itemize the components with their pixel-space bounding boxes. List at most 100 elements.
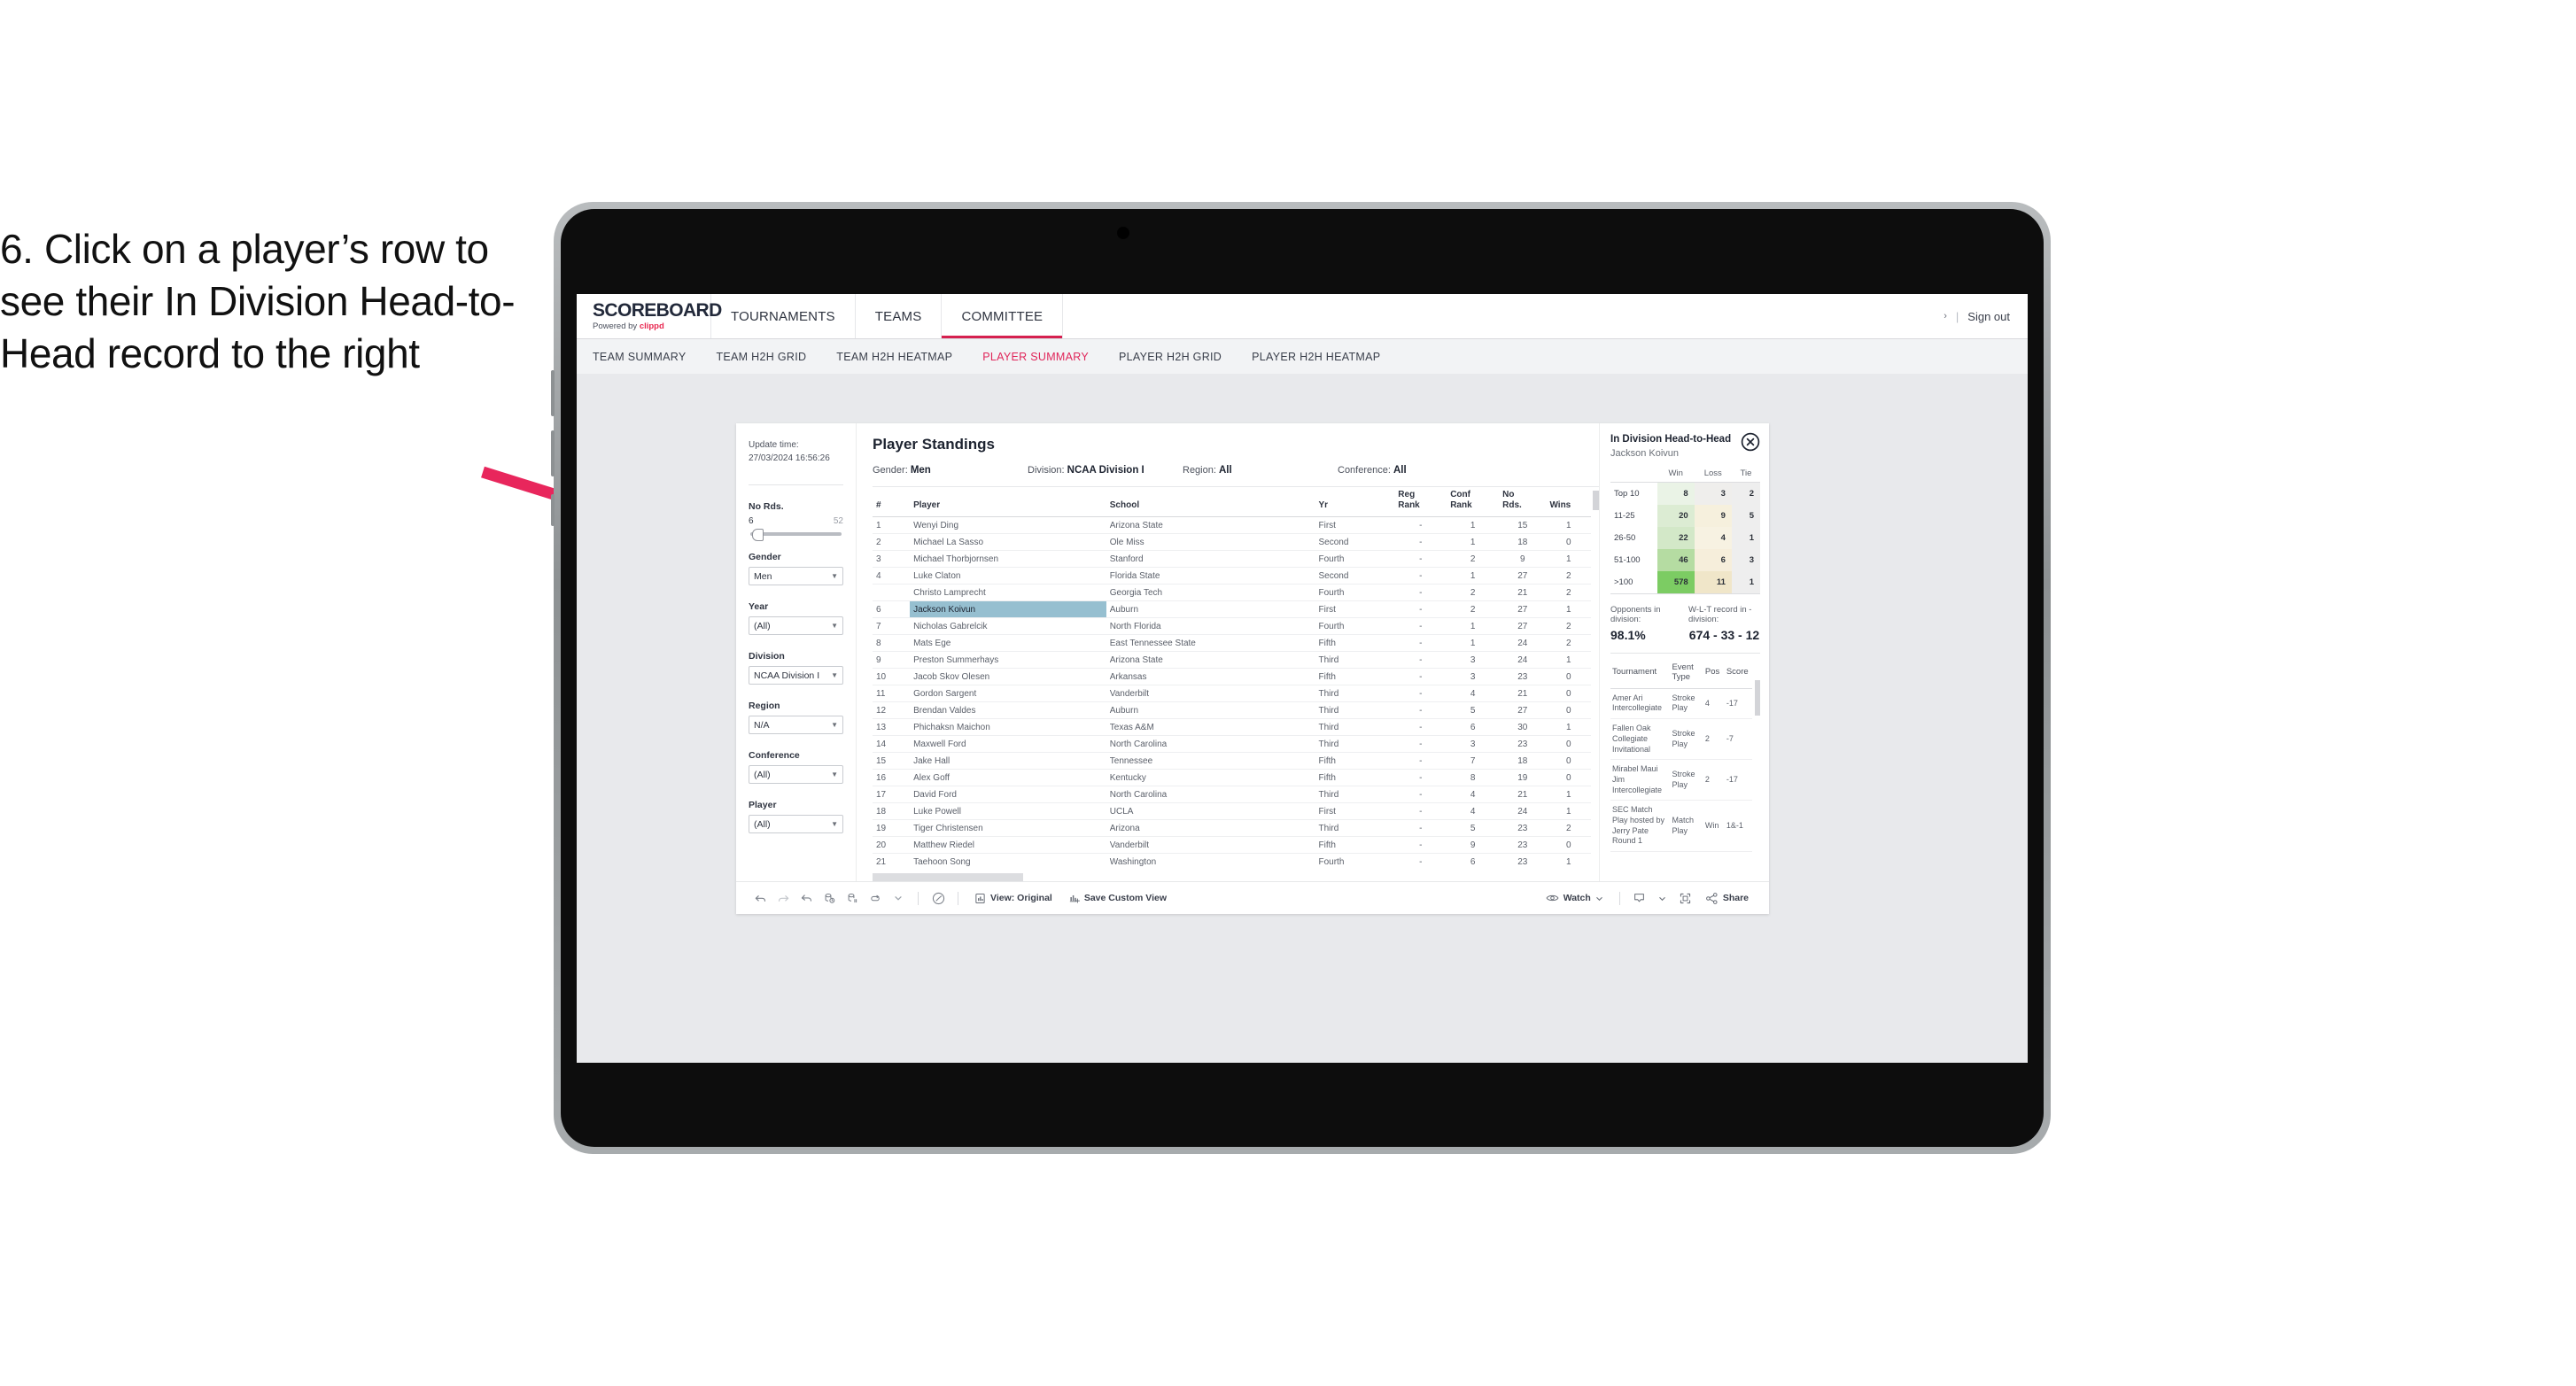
h2h-cell-tie[interactable]: 1 (1731, 570, 1760, 593)
table-row[interactable]: 7 Nicholas Gabrelcik North Florida Fourth -1… (873, 617, 1591, 635)
table-row[interactable]: 21 Taehoon Song Washington Fourth -6 23 1 (873, 853, 1591, 870)
h2h-cell-tie[interactable]: 2 (1731, 482, 1760, 505)
table-row[interactable]: 11 Gordon Sargent Vanderbilt Third -4 21 0 (873, 685, 1591, 702)
clippd-label: clippd (639, 321, 664, 332)
year-select[interactable]: (All) ▼ (749, 616, 843, 635)
region-select[interactable]: N/A ▼ (749, 716, 843, 734)
save-custom-view-button[interactable]: Save Custom View (1060, 887, 1175, 910)
h2h-cell-tie[interactable]: 1 (1731, 526, 1760, 549)
chevron-down-icon[interactable] (887, 887, 910, 910)
h2h-cell-win[interactable]: 578 (1657, 570, 1695, 593)
table-row[interactable]: 15 Jake Hall Tennessee Fifth -7 18 0 (873, 752, 1591, 770)
scrollbar-thumb[interactable] (1593, 491, 1599, 510)
year-value: (All) (754, 620, 771, 631)
brand-logo[interactable]: SCOREBOARD Powered by clippd (577, 294, 722, 338)
col-conf-rank[interactable]: Conf Rank (1447, 487, 1500, 517)
slider-handle[interactable] (752, 529, 764, 541)
h2h-cell-loss[interactable]: 6 (1694, 548, 1732, 571)
h2h-col-tie: Tie (1731, 468, 1760, 483)
table-row[interactable]: 1 Wenyi Ding Arizona State First -1 15 1 (873, 516, 1591, 534)
conference-select[interactable]: (All) ▼ (749, 765, 843, 784)
col-reg-rank[interactable]: Reg Rank (1394, 487, 1447, 517)
col-school[interactable]: School (1106, 487, 1315, 517)
tab-team-summary[interactable]: TEAM SUMMARY (593, 351, 703, 363)
vertical-scrollbar[interactable] (1593, 487, 1599, 870)
share-button[interactable]: Share (1697, 887, 1757, 910)
redo-icon[interactable] (772, 887, 795, 910)
h2h-cell-win[interactable]: 20 (1657, 504, 1695, 527)
h2h-cell-win[interactable]: 46 (1657, 548, 1695, 571)
table-row[interactable]: 12 Brendan Valdes Auburn Third -5 27 0 (873, 701, 1591, 719)
tab-team-h2h-heatmap[interactable]: TEAM H2H HEATMAP (836, 351, 970, 363)
no-rounds-slider[interactable] (750, 529, 842, 541)
table-row[interactable]: 13 Phichaksn Maichon Texas A&M Third -6 30 1 (873, 718, 1591, 736)
sign-out-link[interactable]: Sign out (1967, 310, 2010, 323)
tab-team-h2h-grid[interactable]: TEAM H2H GRID (716, 351, 824, 363)
tab-player-h2h-grid[interactable]: PLAYER H2H GRID (1119, 351, 1239, 363)
table-row[interactable]: 14 Maxwell Ford North Carolina Third -3 23 0 (873, 735, 1591, 753)
volume-up-button[interactable] (551, 370, 555, 416)
cell-reg-rank: - (1394, 584, 1447, 601)
table-row[interactable]: 4 Luke Claton Florida State Second -1 27 2 (873, 567, 1591, 585)
power-button[interactable] (551, 494, 555, 526)
loop-icon[interactable] (864, 887, 887, 910)
tab-player-summary[interactable]: PLAYER SUMMARY (982, 351, 1106, 363)
table-row[interactable]: 18 Luke Powell UCLA First -4 24 1 (873, 802, 1591, 820)
nav-tournaments[interactable]: TOURNAMENTS (711, 294, 856, 338)
col-wins[interactable]: Wins (1546, 487, 1591, 517)
tournament-scrollbar[interactable] (1755, 661, 1760, 852)
volume-down-button[interactable] (551, 430, 555, 476)
fullscreen-icon[interactable] (1674, 887, 1697, 910)
gender-select[interactable]: Men ▼ (749, 567, 843, 585)
cell-player: David Ford (910, 786, 1106, 803)
refresh-icon[interactable] (818, 887, 841, 910)
h2h-cell-loss[interactable]: 4 (1694, 526, 1732, 549)
chevron-right-icon[interactable]: › (1944, 311, 1947, 321)
scrollbar-thumb[interactable] (873, 873, 1023, 881)
table-row[interactable]: 16 Alex Goff Kentucky Fifth -8 19 0 (873, 769, 1591, 786)
h2h-cell-loss[interactable]: 9 (1694, 504, 1732, 527)
table-row[interactable]: Christo Lamprecht Georgia Tech Fourth -2 21 2 (873, 584, 1591, 601)
undo-icon[interactable] (749, 887, 772, 910)
nav-teams[interactable]: TEAMS (856, 294, 943, 338)
tournament-row[interactable]: Amer Ari Intercollegiate Stroke Play 4 -17 (1610, 688, 1752, 720)
cell-reg-rank: - (1394, 802, 1447, 820)
alerts-icon[interactable] (927, 887, 950, 910)
table-row[interactable]: 2 Michael La Sasso Ole Miss Second -1 18 0 (873, 533, 1591, 551)
division-select[interactable]: NCAA Division I ▼ (749, 666, 843, 685)
h2h-cell-loss[interactable]: 3 (1694, 482, 1732, 505)
table-row[interactable]: 19 Tiger Christensen Arizona Third -5 23 2 (873, 819, 1591, 837)
table-row[interactable]: 8 Mats Ege East Tennessee State Fifth -1 24 2 (873, 634, 1591, 652)
player-select[interactable]: (All) ▼ (749, 815, 843, 833)
watch-button[interactable]: Watch (1538, 887, 1611, 910)
table-row[interactable]: 10 Jacob Skov Olesen Arkansas Fifth -3 23 0 (873, 668, 1591, 685)
col-player[interactable]: Player (910, 487, 1106, 517)
h2h-cell-loss[interactable]: 11 (1694, 570, 1732, 593)
chevron-down-icon[interactable] (1651, 887, 1674, 910)
view-original-button[interactable]: View: Original (966, 887, 1060, 910)
tournament-row[interactable]: Mirabel Maui Jim Intercollegiate Stroke P… (1610, 759, 1752, 801)
pause-icon[interactable] (841, 887, 864, 910)
table-row[interactable]: 17 David Ford North Carolina Third -4 21 1 (873, 786, 1591, 803)
h2h-cell-win[interactable]: 22 (1657, 526, 1695, 549)
col-rank[interactable]: # (873, 487, 911, 517)
h2h-cell-tie[interactable]: 5 (1731, 504, 1760, 527)
table-row[interactable]: 3 Michael Thorbjornsen Stanford Fourth -2 9 1 (873, 550, 1591, 568)
download-icon[interactable] (1628, 887, 1651, 910)
col-yr[interactable]: Yr (1315, 487, 1395, 517)
h2h-cell-tie[interactable]: 3 (1731, 548, 1760, 571)
tab-player-h2h-heatmap[interactable]: PLAYER H2H HEATMAP (1252, 351, 1398, 363)
table-row[interactable]: 20 Matthew Riedel Vanderbilt Fifth -9 23 0 (873, 836, 1591, 854)
tournament-row[interactable]: Fallen Oak Collegiate Invitational Stroke… (1610, 718, 1752, 761)
standings-grid-scroll[interactable]: # Player School Yr Reg Rank Conf Rank No Rd… (873, 487, 1591, 870)
table-row[interactable]: 6 Jackson Koivun Auburn First -2 27 1 (873, 600, 1591, 618)
revert-icon[interactable] (795, 887, 818, 910)
close-circle-icon[interactable] (1741, 432, 1760, 456)
table-row[interactable]: 9 Preston Summerhays Arizona State Third -3 2… (873, 651, 1591, 669)
horizontal-scrollbar[interactable] (873, 873, 1599, 881)
tournament-row[interactable]: SEC Match Play hosted by Jerry Pate Roun… (1610, 800, 1752, 853)
col-no-rds[interactable]: No Rds. (1499, 487, 1547, 517)
h2h-cell-win[interactable]: 8 (1657, 482, 1695, 505)
nav-committee[interactable]: COMMITTEE (942, 294, 1064, 338)
scrollbar-thumb[interactable] (1755, 679, 1760, 716)
